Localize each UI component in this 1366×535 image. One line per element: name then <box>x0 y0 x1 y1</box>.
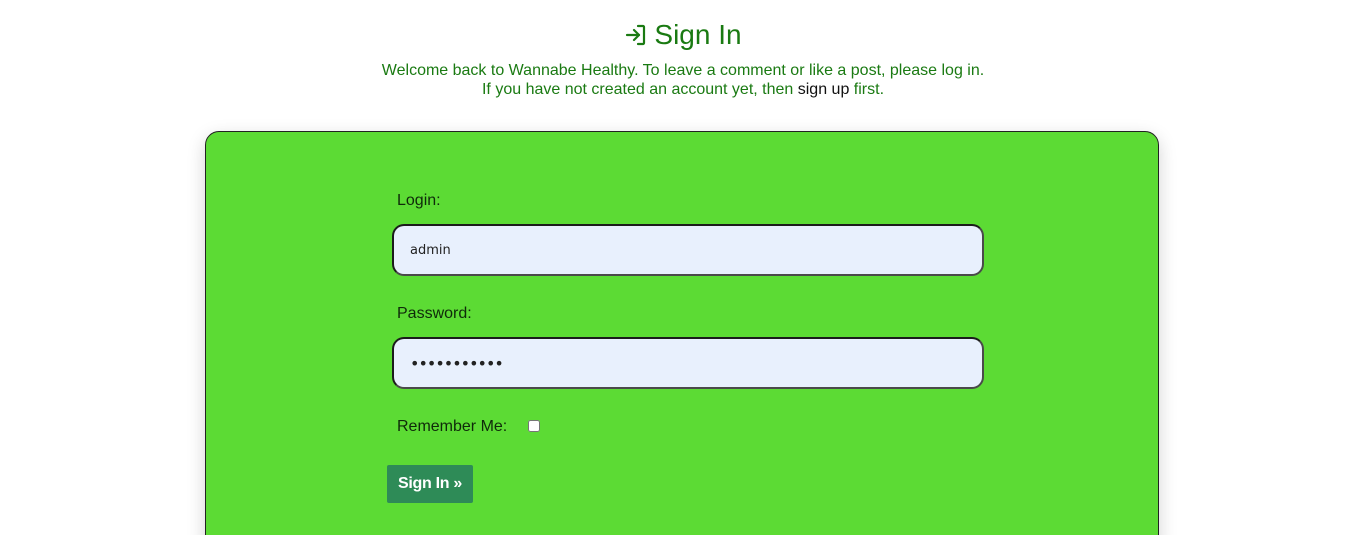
intro-line-2: If you have not created an account yet, … <box>0 80 1366 99</box>
login-input[interactable] <box>392 224 984 276</box>
signin-form-card: Login: Password: Remember Me: Sign In » <box>205 131 1159 535</box>
page-heading: Sign In <box>0 18 1366 55</box>
remember-me-checkbox[interactable] <box>528 420 540 432</box>
password-input[interactable] <box>392 337 984 389</box>
sign-up-link[interactable]: sign up <box>798 81 850 98</box>
sign-in-icon <box>624 21 648 55</box>
intro-line-2-start: If you have not created an account yet, … <box>481 81 798 98</box>
signin-page: Sign In Welcome back to Wannabe Healthy.… <box>0 0 1366 535</box>
page-title: Sign In <box>654 19 742 50</box>
remember-me-label: Remember Me: <box>397 418 508 435</box>
sign-in-button[interactable]: Sign In » <box>387 465 473 503</box>
intro-line-2-end: first. <box>849 81 885 98</box>
password-label: Password: <box>397 305 472 322</box>
intro-text: Welcome back to Wannabe Healthy. To leav… <box>0 61 1366 99</box>
login-label: Login: <box>397 192 441 209</box>
intro-line-1: Welcome back to Wannabe Healthy. To leav… <box>381 62 985 79</box>
